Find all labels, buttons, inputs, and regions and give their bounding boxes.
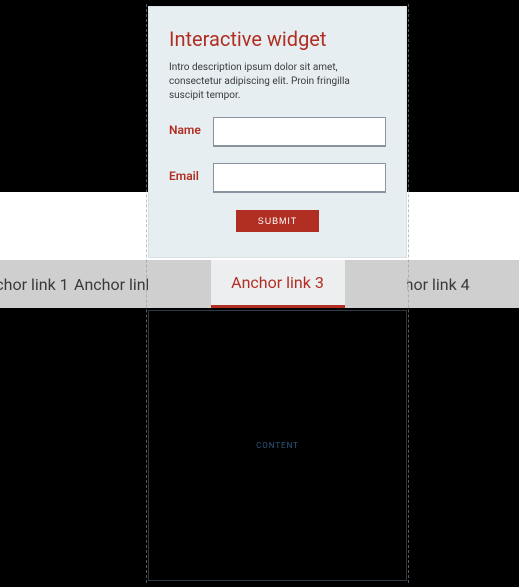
- form-row-name: Name: [169, 117, 386, 147]
- interactive-widget-panel: Interactive widget Intro description ips…: [148, 6, 407, 258]
- tab-active-label: Anchor link 3: [231, 273, 324, 292]
- tab-anchor-3[interactable]: Anchor link 3: [211, 260, 345, 308]
- submit-button[interactable]: SUBMIT: [236, 210, 319, 232]
- email-label: Email: [169, 163, 213, 183]
- tab-edge-left: [148, 260, 211, 308]
- content-placeholder-label: CONTENT: [256, 441, 299, 450]
- name-label: Name: [169, 117, 213, 137]
- content-panel: CONTENT: [148, 310, 407, 581]
- tab-strip: Anchor link 3: [148, 260, 407, 308]
- tab-edge-right: [345, 260, 408, 308]
- name-input[interactable]: [213, 117, 386, 147]
- form-row-email: Email: [169, 163, 386, 193]
- device-viewport: Interactive widget Intro description ips…: [148, 6, 407, 581]
- submit-row: SUBMIT: [169, 209, 386, 232]
- tab-anchor-1[interactable]: Anchor link 1: [0, 260, 69, 308]
- widget-title: Interactive widget: [169, 27, 386, 51]
- widget-intro-text: Intro description ipsum dolor sit amet, …: [169, 61, 386, 103]
- email-field[interactable]: [213, 163, 386, 193]
